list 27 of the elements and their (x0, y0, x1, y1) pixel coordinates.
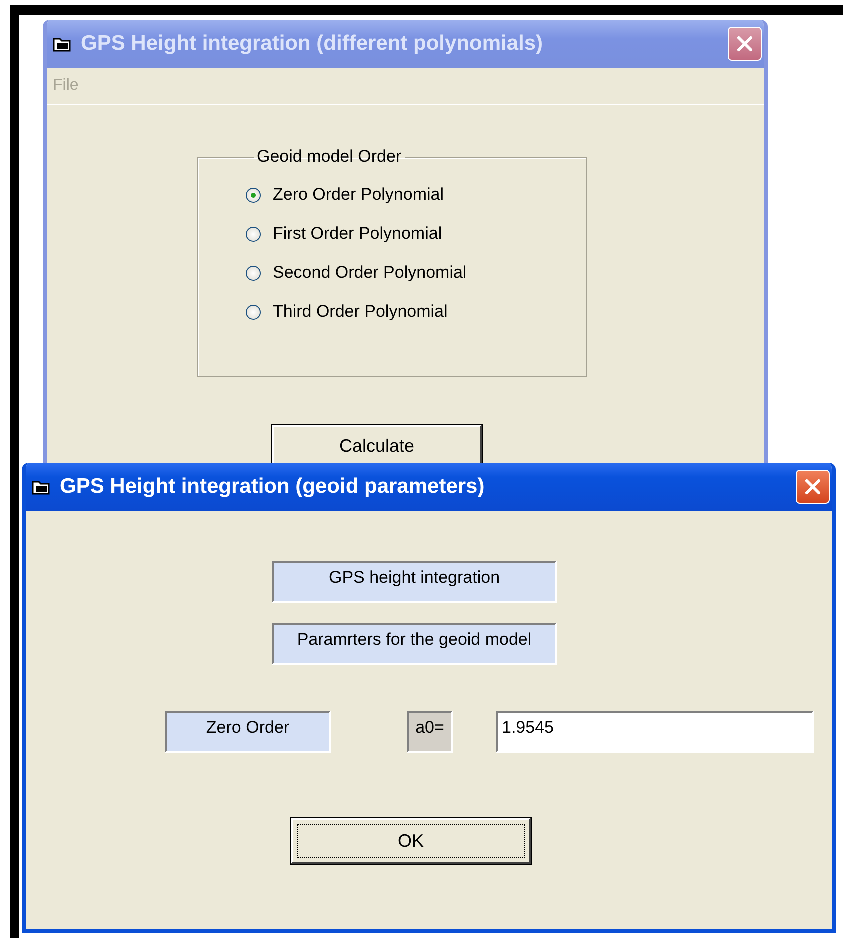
radio-option[interactable]: Third Order Polynomial (246, 302, 586, 322)
coefficient-field[interactable]: 1.9545 (496, 711, 814, 753)
order-label: Zero Order (165, 711, 331, 753)
window-title: GPS Height integration (different polynomials) (81, 32, 544, 56)
close-icon (736, 35, 754, 53)
close-button[interactable] (728, 27, 762, 61)
radio-button[interactable] (246, 304, 261, 320)
heading-label: GPS height integration (272, 561, 557, 603)
coefficient-label: a0= (407, 711, 453, 753)
radio-button[interactable] (246, 188, 261, 202)
option-label: Second Order Polynomial (273, 263, 467, 283)
close-icon (804, 478, 822, 496)
group-title: Geoid model Order (256, 147, 403, 167)
subheading-label: Paramrters for the geoid model (272, 623, 557, 665)
radio-option[interactable]: Second Order Polynomial (246, 263, 586, 283)
window-icon (53, 36, 71, 52)
radio-option[interactable]: First Order Polynomial (246, 224, 586, 244)
radio-button[interactable] (246, 226, 261, 242)
radio-button[interactable] (246, 266, 261, 280)
option-label: Third Order Polynomial (273, 302, 448, 322)
window-title: GPS Height integration (geoid parameters) (60, 475, 486, 499)
ok-button[interactable]: OK (291, 818, 531, 864)
close-button[interactable] (796, 470, 830, 504)
option-label: Zero Order Polynomial (273, 185, 444, 205)
option-label: First Order Polynomial (273, 224, 442, 244)
window-icon (32, 480, 50, 494)
radio-option[interactable]: Zero Order Polynomial (246, 185, 586, 205)
